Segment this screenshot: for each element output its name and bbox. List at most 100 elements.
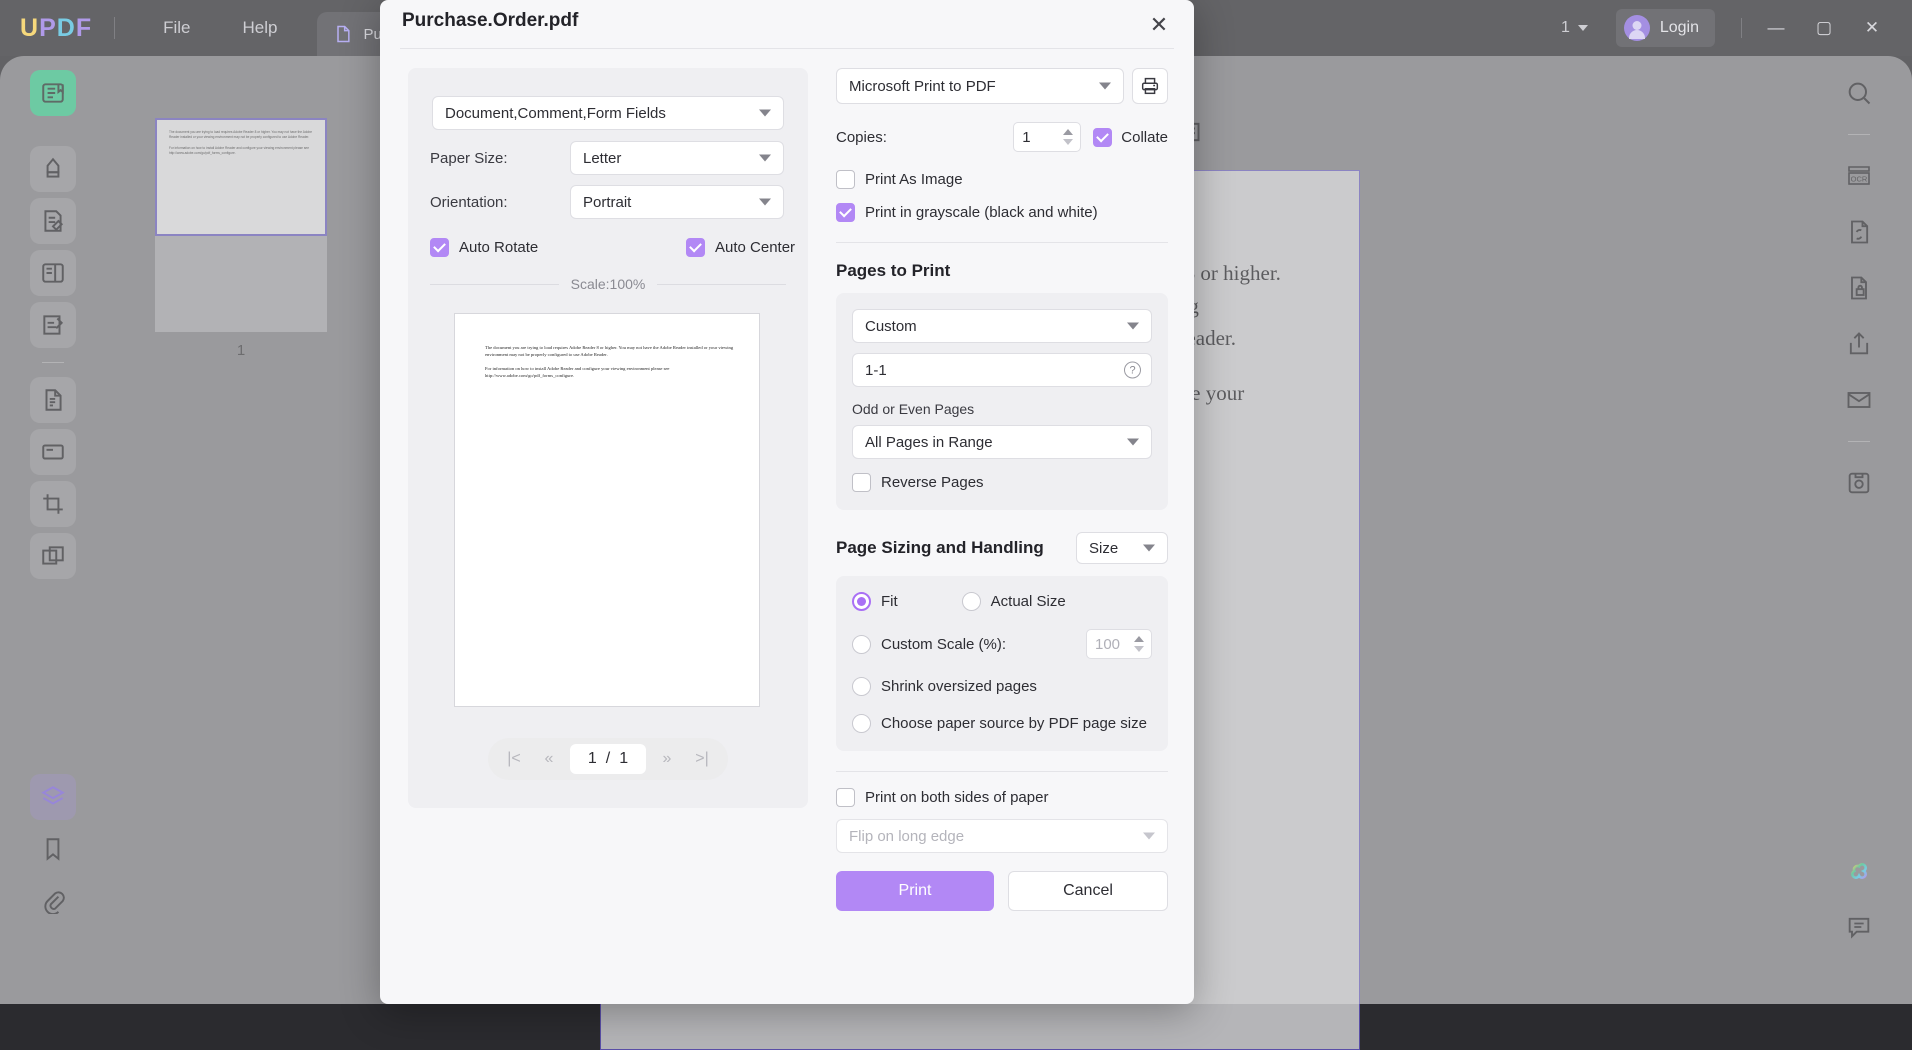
page-range-input[interactable]: 1-1 ? <box>852 353 1152 387</box>
fit-label: Fit <box>881 593 898 610</box>
page-range-value: 1-1 <box>865 362 887 379</box>
printer-select[interactable]: Microsoft Print to PDF <box>836 68 1124 104</box>
print-preview-panel: Document,Comment,Form Fields Paper Size:… <box>408 68 808 808</box>
orientation-select[interactable]: Portrait <box>570 185 784 219</box>
chevron-down-icon <box>1127 323 1139 330</box>
pages-mode-value: Custom <box>865 318 917 335</box>
dialog-divider <box>400 48 1174 49</box>
checkbox-icon <box>836 788 855 807</box>
orientation-label: Orientation: <box>430 194 508 211</box>
current-page-value: 1 <box>588 750 597 768</box>
chevron-down-icon <box>1127 439 1139 446</box>
chevron-down-icon <box>1143 833 1155 840</box>
print-as-image-label: Print As Image <box>865 171 963 188</box>
checkbox-icon <box>836 203 855 222</box>
odd-even-select[interactable]: All Pages in Range <box>852 425 1152 459</box>
radio-icon-shrink[interactable] <box>852 677 871 696</box>
auto-center-checkbox[interactable]: Auto Center <box>686 238 795 257</box>
checkbox-icon <box>852 473 871 492</box>
print-preview-page: The document you are trying to load requ… <box>454 313 760 707</box>
cancel-button[interactable]: Cancel <box>1008 871 1168 911</box>
scale-label: Scale:100% <box>571 276 646 292</box>
checkbox-icon <box>1093 128 1112 147</box>
reverse-pages-checkbox[interactable]: Reverse Pages <box>852 473 1152 492</box>
grayscale-checkbox[interactable]: Print in grayscale (black and white) <box>836 203 1168 222</box>
pages-mode-select[interactable]: Custom <box>852 309 1152 343</box>
last-page-button[interactable]: >| <box>688 750 716 768</box>
custom-scale-value: 100 <box>1095 636 1120 653</box>
odd-even-value: All Pages in Range <box>865 434 993 451</box>
pages-to-print-title: Pages to Print <box>836 261 1168 281</box>
custom-scale-stepper[interactable]: 100 <box>1086 629 1152 659</box>
print-as-image-checkbox[interactable]: Print As Image <box>836 170 1168 189</box>
printer-icon[interactable] <box>1132 68 1168 104</box>
actual-size-label: Actual Size <box>991 593 1066 610</box>
paper-size-value: Letter <box>583 150 621 167</box>
reverse-pages-label: Reverse Pages <box>881 474 984 491</box>
copies-stepper[interactable]: 1 <box>1013 122 1081 152</box>
close-icon[interactable]: ✕ <box>1142 8 1176 42</box>
scale-indicator: Scale:100% <box>430 276 786 292</box>
scale-line-right <box>657 284 786 285</box>
paper-size-label: Paper Size: <box>430 150 508 167</box>
checkbox-icon <box>430 238 449 257</box>
page-sizing-panel: Fit Actual Size Custom Scale (%): 100 Sh… <box>836 576 1168 751</box>
chevron-down-icon <box>759 110 771 117</box>
paper-size-select[interactable]: Letter <box>570 141 784 175</box>
help-icon[interactable]: ? <box>1124 362 1141 379</box>
checkbox-icon <box>836 170 855 189</box>
duplex-option-value: Flip on long edge <box>849 828 964 845</box>
prev-page-button[interactable]: « <box>535 750 563 768</box>
copies-row: Copies: 1 Collate <box>836 122 1168 152</box>
first-page-button[interactable]: |< <box>500 750 528 768</box>
sizing-mode-select[interactable]: Size <box>1076 532 1168 564</box>
print-button[interactable]: Print <box>836 871 994 911</box>
dialog-title: Purchase.Order.pdf <box>402 10 578 32</box>
settings-divider <box>836 242 1168 243</box>
stepper-arrows-icon <box>1063 129 1073 145</box>
total-pages-value: 1 <box>619 750 628 768</box>
duplex-label: Print on both sides of paper <box>865 789 1048 806</box>
page-sizing-title: Page Sizing and Handling <box>836 538 1044 558</box>
copies-value: 1 <box>1022 129 1030 146</box>
preview-paragraph-1: The document you are trying to load requ… <box>485 344 735 358</box>
page-separator: / <box>606 750 610 768</box>
duplex-checkbox[interactable]: Print on both sides of paper <box>836 788 1168 807</box>
duplex-option-select[interactable]: Flip on long edge <box>836 819 1168 853</box>
scale-line-left <box>430 284 559 285</box>
duplex-divider <box>836 771 1168 772</box>
sizing-row-shrink[interactable]: Shrink oversized pages <box>852 677 1152 696</box>
chevron-down-icon <box>1099 83 1111 90</box>
auto-rotate-checkbox[interactable]: Auto Rotate <box>430 238 538 257</box>
content-select-value: Document,Comment,Form Fields <box>445 105 666 122</box>
auto-center-label: Auto Center <box>715 239 795 256</box>
sizing-row-fit: Fit Actual Size <box>852 592 1152 611</box>
content-select[interactable]: Document,Comment,Form Fields <box>432 96 784 130</box>
next-page-button[interactable]: » <box>653 750 681 768</box>
sizing-mode-value: Size <box>1089 540 1118 557</box>
chevron-down-icon <box>1143 545 1155 552</box>
choose-source-label: Choose paper source by PDF page size <box>881 715 1147 732</box>
page-number-field[interactable]: 1 / 1 <box>570 744 646 774</box>
print-settings-panel: Microsoft Print to PDF Copies: 1 Colla <box>836 68 1168 911</box>
grayscale-label: Print in grayscale (black and white) <box>865 204 1098 221</box>
radio-icon-custom-scale[interactable] <box>852 635 871 654</box>
collate-label: Collate <box>1121 129 1168 146</box>
dialog-buttons: Print Cancel <box>836 871 1168 911</box>
preview-paragraph-2: For information on how to install Adobe … <box>485 365 735 379</box>
collate-checkbox[interactable]: Collate <box>1093 128 1168 147</box>
custom-scale-label: Custom Scale (%): <box>881 636 1006 653</box>
chevron-down-icon <box>759 199 771 206</box>
checkbox-icon <box>686 238 705 257</box>
sizing-row-paper-source[interactable]: Choose paper source by PDF page size <box>852 714 1152 733</box>
auto-rotate-label: Auto Rotate <box>459 239 538 256</box>
radio-icon-paper-source[interactable] <box>852 714 871 733</box>
sizing-row-custom-scale: Custom Scale (%): 100 <box>852 629 1152 659</box>
printer-value: Microsoft Print to PDF <box>849 78 996 95</box>
page-sizing-header: Page Sizing and Handling Size <box>836 532 1168 564</box>
radio-icon-fit[interactable] <box>852 592 871 611</box>
radio-icon-actual-size[interactable] <box>962 592 981 611</box>
pages-to-print-panel: Custom 1-1 ? Odd or Even Pages All Pages… <box>836 293 1168 510</box>
print-dialog: Purchase.Order.pdf ✕ Document,Comment,Fo… <box>380 0 1194 1004</box>
stepper-arrows-icon <box>1134 636 1144 652</box>
